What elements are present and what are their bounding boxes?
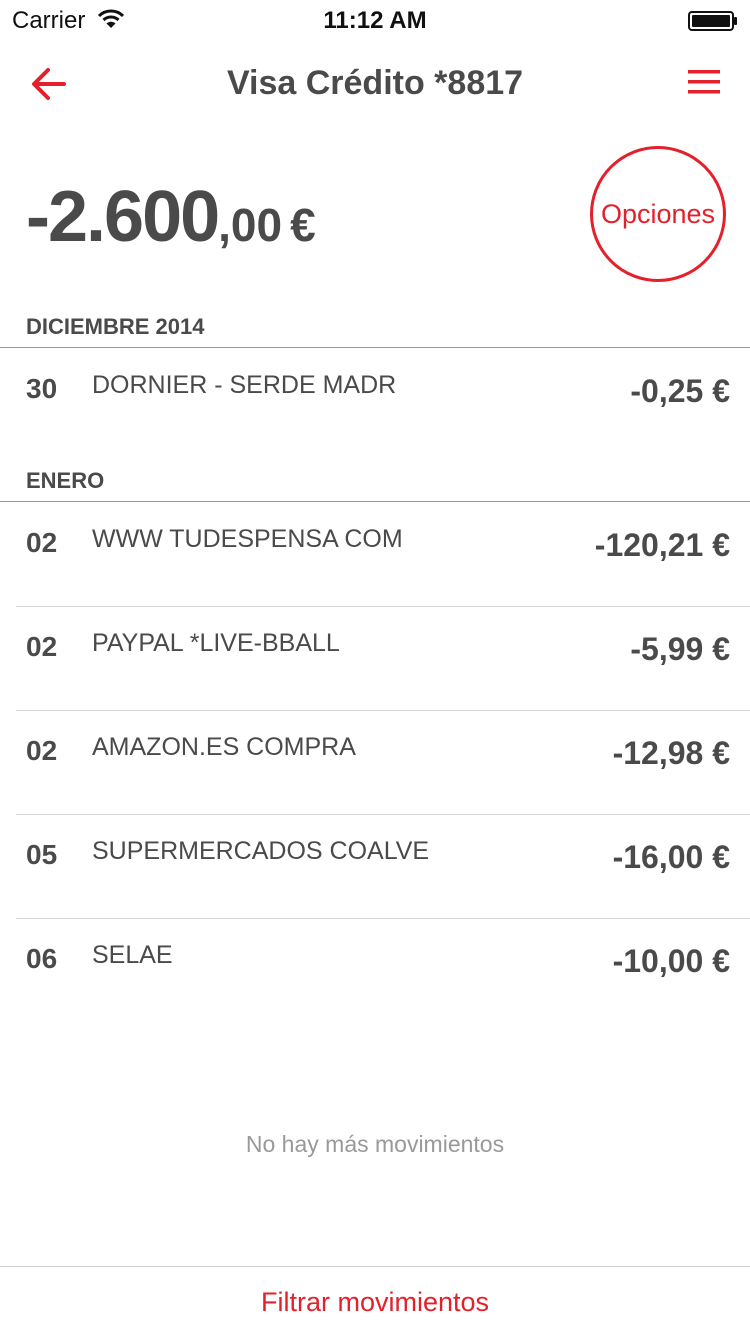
movement-description: SELAE: [92, 941, 173, 969]
section-title: DICIEMBRE 2014: [26, 314, 205, 339]
balance-integer: -2.600: [26, 177, 220, 257]
filter-movements-label: Filtrar movimientos: [260, 1287, 490, 1317]
movement-row[interactable]: 06 SELAE -10,00 €: [0, 919, 750, 1023]
section-title: ENERO: [26, 468, 105, 493]
menu-button[interactable]: [688, 68, 720, 96]
account-balance: -2.600,00 €: [26, 176, 316, 258]
movement-day: 05: [26, 839, 58, 870]
movement-day: 06: [26, 943, 58, 974]
movement-description: WWW TUDESPENSA COM: [92, 525, 403, 553]
movement-day: 30: [26, 373, 58, 404]
movement-amount: -5,99 €: [630, 631, 730, 667]
movement-row[interactable]: 05 SUPERMERCADOS COALVE -16,00 €: [0, 815, 750, 919]
movement-row[interactable]: 02 WWW TUDESPENSA COM -120,21 €: [0, 503, 750, 607]
page-title: Visa Crédito *8817: [226, 64, 524, 102]
movement-description: SUPERMERCADOS COALVE: [92, 837, 430, 865]
section-header: DICIEMBRE 2014: [0, 314, 750, 348]
movement-day: 02: [26, 735, 58, 766]
movement-amount: -0,25 €: [630, 373, 730, 409]
movement-day: 02: [26, 527, 58, 558]
status-bar: Carrier 11:12 AM: [0, 0, 750, 40]
movement-description: DORNIER - SERDE MADR: [92, 371, 397, 399]
movement-row[interactable]: 02 PAYPAL *LIVE-BBALL -5,99 €: [0, 607, 750, 711]
status-time: 11:12 AM: [323, 7, 427, 34]
movement-day: 02: [26, 631, 58, 662]
navigation-bar: Visa Crédito *8817: [0, 40, 750, 128]
battery-icon: [688, 11, 737, 31]
movement-amount: -10,00 €: [612, 943, 730, 979]
movement-amount: -120,21 €: [594, 527, 730, 563]
balance-currency: €: [290, 199, 316, 251]
movement-description: PAYPAL *LIVE-BBALL: [92, 629, 340, 657]
movement-row[interactable]: 30 DORNIER - SERDE MADR -0,25 €: [0, 349, 750, 453]
section-header: ENERO: [0, 468, 750, 502]
no-more-movements-label: No hay más movimientos: [245, 1131, 505, 1157]
balance-decimals: ,00: [218, 199, 283, 251]
movement-description: AMAZON.ES COMPRA: [92, 733, 356, 761]
filter-movements-button[interactable]: Filtrar movimientos: [0, 1266, 750, 1334]
options-button-label: Opciones: [600, 198, 716, 229]
movement-amount: -16,00 €: [612, 839, 730, 875]
options-button[interactable]: Opciones: [590, 146, 726, 282]
movement-amount: -12,98 €: [612, 735, 730, 771]
hamburger-menu-icon: [688, 70, 720, 94]
movement-row[interactable]: 02 AMAZON.ES COMPRA -12,98 €: [0, 711, 750, 815]
